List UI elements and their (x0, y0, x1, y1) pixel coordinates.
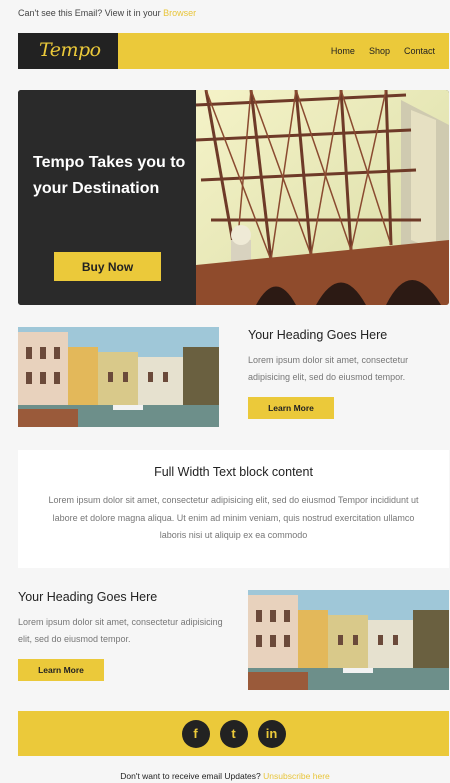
learn-more-button-2[interactable]: Learn More (18, 659, 104, 681)
preheader-text: Can't see this Email? View it in your (18, 8, 161, 18)
logo-text: Tempo (39, 39, 101, 61)
logo[interactable]: Tempo (18, 33, 118, 69)
feature-block-2: Your Heading Goes Here Lorem ipsum dolor… (18, 590, 228, 681)
preheader: Can't see this Email? View it in your Br… (18, 8, 196, 18)
feature-1-heading: Your Heading Goes Here (248, 328, 388, 342)
bridge-hero-image (196, 90, 449, 305)
canal-image (18, 327, 219, 427)
hero-title: Tempo Takes you to your Destination (33, 154, 186, 197)
nav-menu: Home Shop Contact (331, 33, 449, 69)
email-page: Can't see this Email? View it in your Br… (0, 0, 450, 783)
feature-1-text: Lorem ipsum dolor sit amet, consectetur … (248, 355, 409, 382)
facebook-icon[interactable]: f (181, 719, 210, 748)
twitter-icon[interactable]: t (219, 719, 248, 748)
nav-home-link[interactable]: Home (331, 46, 355, 56)
learn-more-button-1[interactable]: Learn More (248, 397, 334, 419)
browser-link[interactable]: Browser (163, 8, 196, 18)
full-width-title: Full Width Text block content (154, 465, 313, 479)
unsubscribe-link[interactable]: Unsubscribe here (263, 771, 330, 781)
nav-shop-link[interactable]: Shop (369, 46, 390, 56)
feature-2-heading: Your Heading Goes Here (18, 590, 158, 604)
unsubscribe-line: Don't want to receive email Updates? Uns… (0, 771, 450, 781)
hero-text-panel: Tempo Takes you to your Destination Buy … (18, 90, 196, 305)
linkedin-icon[interactable]: in (257, 719, 286, 748)
unsubscribe-text: Don't want to receive email Updates? (120, 771, 261, 781)
social-footer-band: f t in (18, 711, 449, 756)
buy-now-button[interactable]: Buy Now (54, 252, 161, 281)
nav-contact-link[interactable]: Contact (404, 46, 435, 56)
feature-block-1: Your Heading Goes Here Lorem ipsum dolor… (248, 328, 448, 419)
header-bar: Tempo Home Shop Contact (18, 33, 449, 69)
feature-2-text: Lorem ipsum dolor sit amet, consectetur … (18, 617, 223, 644)
full-width-text-block: Full Width Text block content Lorem ipsu… (18, 450, 449, 568)
hero-banner: Tempo Takes you to your Destination Buy … (18, 90, 449, 305)
canal-image-2 (248, 590, 449, 690)
full-width-text: Lorem ipsum dolor sit amet, consectetur … (48, 495, 419, 540)
